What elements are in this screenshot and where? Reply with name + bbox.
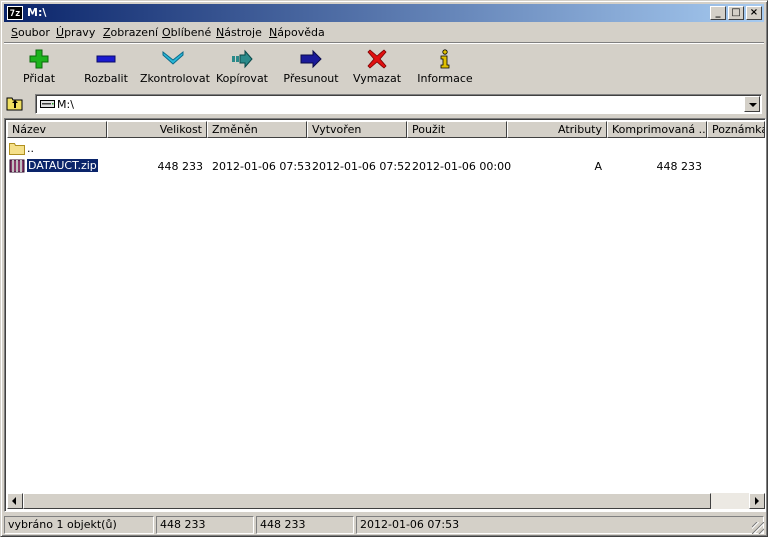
col-modified[interactable]: Změněn: [207, 121, 307, 138]
copy-label: Kopírovat: [215, 72, 268, 85]
toolbar: Přidat Rozbalit Zkontrolovat Kopírovat P…: [4, 44, 764, 92]
scroll-right-button[interactable]: [749, 493, 765, 509]
item-packed-size: 448 233: [656, 160, 703, 173]
scroll-thumb[interactable]: [23, 493, 711, 509]
item-accessed: 2012-01-06 00:00: [412, 160, 512, 173]
file-list[interactable]: Název Velikost Změněn Vytvořen Použit At…: [4, 118, 766, 512]
folder-icon: [9, 143, 25, 155]
test-label: Zkontrolovat: [140, 72, 210, 85]
menu-upravy[interactable]: Úpravy: [56, 26, 95, 39]
close-button[interactable]: ×: [746, 6, 762, 20]
status-bar: vybráno 1 objekt(ů) 448 233 448 233 2012…: [4, 515, 764, 534]
window-title: M:\: [27, 6, 47, 19]
menu-napoveda[interactable]: Nápověda: [269, 26, 325, 39]
test-button[interactable]: Zkontrolovat: [140, 47, 210, 91]
check-chevron-icon: [162, 50, 184, 65]
plus-icon: [29, 49, 49, 69]
menu-oblibene[interactable]: Oblíbené: [162, 26, 211, 39]
folder-up-icon: [6, 97, 23, 111]
address-value: M:\: [57, 98, 74, 111]
maximize-button[interactable]: □: [728, 6, 744, 20]
list-item-archive[interactable]: DATAUCT.zip 448 233 2012-01-06 07:53 201…: [7, 158, 765, 174]
col-name[interactable]: Název: [7, 121, 107, 138]
item-attributes: A: [594, 160, 602, 173]
col-packed-size[interactable]: Komprimovaná ...: [607, 121, 707, 138]
archive-icon: [9, 159, 25, 173]
app-window: 7z M:\ _ □ × Soubor Úpravy Zobrazení Obl…: [0, 0, 768, 537]
extract-label: Rozbalit: [84, 72, 128, 85]
info-icon: [440, 49, 450, 69]
scroll-left-button[interactable]: [7, 493, 23, 509]
drive-icon: [40, 100, 55, 108]
address-combobox[interactable]: M:\: [35, 94, 762, 114]
delete-button[interactable]: Vymazat: [344, 47, 410, 91]
up-folder-button[interactable]: [6, 95, 24, 113]
menu-nastroje[interactable]: Nástroje: [216, 26, 262, 39]
title-bar[interactable]: 7z M:\ _ □ ×: [4, 4, 764, 22]
col-size[interactable]: Velikost: [107, 121, 207, 138]
move-button[interactable]: Přesunout: [278, 47, 344, 91]
info-label: Informace: [417, 72, 473, 85]
add-label: Přidat: [22, 72, 56, 85]
address-dropdown-button[interactable]: [744, 96, 760, 112]
item-size: 448 233: [157, 160, 204, 173]
info-button[interactable]: Informace: [412, 47, 478, 91]
status-packed: 448 233: [256, 516, 354, 534]
list-header: Název Velikost Změněn Vytvořen Použit At…: [7, 121, 765, 138]
menu-bar: Soubor Úpravy Zobrazení Oblíbené Nástroj…: [4, 24, 764, 42]
address-bar: M:\: [4, 93, 764, 115]
7zip-app-icon[interactable]: 7z: [7, 6, 23, 20]
status-size: 448 233: [156, 516, 254, 534]
item-name: DATAUCT.zip: [26, 158, 99, 173]
item-modified: 2012-01-06 07:53: [212, 160, 312, 173]
horizontal-scrollbar[interactable]: [7, 493, 765, 509]
delete-label: Vymazat: [352, 72, 402, 85]
delete-x-icon: [367, 49, 387, 69]
status-selected: vybráno 1 objekt(ů): [4, 516, 154, 534]
col-created[interactable]: Vytvořen: [307, 121, 407, 138]
resize-grip[interactable]: [752, 522, 764, 534]
col-attributes[interactable]: Atributy: [507, 121, 607, 138]
item-name: ..: [27, 142, 34, 155]
minus-icon: [96, 55, 116, 63]
extract-button[interactable]: Rozbalit: [73, 47, 139, 91]
copy-button[interactable]: Kopírovat: [209, 47, 275, 91]
add-button[interactable]: Přidat: [6, 47, 72, 91]
status-modified: 2012-01-06 07:53: [356, 516, 764, 534]
move-arrow-icon: [300, 49, 322, 69]
list-item-parent[interactable]: ..: [7, 140, 765, 156]
minimize-button[interactable]: _: [710, 6, 726, 20]
menu-zobrazeni[interactable]: Zobrazení: [103, 26, 158, 39]
col-comment[interactable]: Poznámka: [707, 121, 765, 138]
col-accessed[interactable]: Použit: [407, 121, 507, 138]
menu-soubor[interactable]: Soubor: [11, 26, 50, 39]
item-created: 2012-01-06 07:52: [312, 160, 412, 173]
move-label: Přesunout: [283, 72, 339, 85]
copy-arrow-icon: [232, 49, 253, 69]
